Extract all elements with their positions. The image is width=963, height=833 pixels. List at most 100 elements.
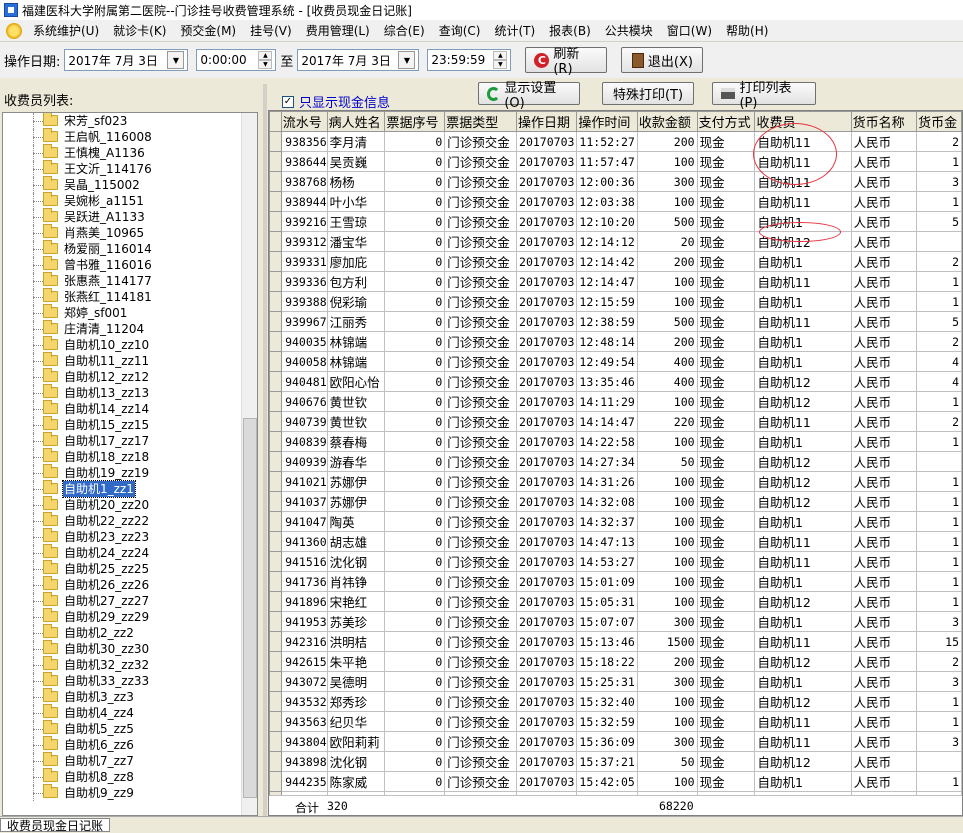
menu-stats[interactable]: 统计(T) xyxy=(487,22,542,39)
journal-grid[interactable]: 流水号 病人姓名 票据序号 票据类型 操作日期 操作时间 收款金额 支付方式 收… xyxy=(268,110,963,816)
col-patient-name[interactable]: 病人姓名 xyxy=(326,111,386,132)
print-list-button[interactable]: 打印列表(P) xyxy=(712,81,816,111)
tree-item[interactable]: 自助机9_zz9 xyxy=(3,784,241,801)
tree-item[interactable]: 自助机1_zz1 xyxy=(3,480,241,498)
tree-item[interactable]: 自助机6_zz6 xyxy=(3,736,241,753)
menu-fees[interactable]: 费用管理(L) xyxy=(299,22,377,39)
row-indicator[interactable] xyxy=(269,251,282,272)
row-indicator[interactable] xyxy=(269,731,282,752)
menu-reports[interactable]: 报表(B) xyxy=(542,22,598,39)
system-menu-icon[interactable] xyxy=(6,22,22,39)
tree-item[interactable]: 张燕红_114181 xyxy=(3,288,241,305)
tree-item[interactable]: 自助机4_zz4 xyxy=(3,704,241,721)
special-print-button[interactable]: 特殊打印(T) xyxy=(602,82,694,105)
row-indicator[interactable] xyxy=(269,431,282,452)
tree-item[interactable]: 杨爱丽_116014 xyxy=(3,240,241,257)
tree-item[interactable]: 庄清清_11204 xyxy=(3,320,241,337)
table-row[interactable]: 939216 王雪琼 0 门诊预交金 20170703 12:10:20 500 现金 自助机1… xyxy=(269,211,962,232)
tree-item[interactable]: 曾书雅_116016 xyxy=(3,256,241,273)
row-indicator[interactable] xyxy=(269,331,282,352)
menu-help[interactable]: 帮助(H) xyxy=(719,22,775,39)
menu-system[interactable]: 系统维护(U) xyxy=(26,22,106,39)
row-indicator[interactable] xyxy=(269,591,282,612)
table-row[interactable]: 941360 胡志雄 0 门诊预交金 20170703 14:47:13 100 现金 自助机1… xyxy=(269,531,962,552)
table-row[interactable]: 940481 欧阳心怡 0 门诊预交金 20170703 13:35:46 400 现金 自助机… xyxy=(269,371,962,392)
tree-item[interactable]: 自助机18_zz18 xyxy=(3,448,241,465)
row-indicator[interactable] xyxy=(269,671,282,692)
col-serial[interactable]: 流水号 xyxy=(280,111,328,132)
tree-item[interactable]: 自助机32_zz32 xyxy=(3,656,241,673)
tree-item[interactable]: 郑婷_sf001 xyxy=(3,304,241,321)
tree-item[interactable]: 自助机3_zz3 xyxy=(3,688,241,705)
tree-item[interactable]: 自助机25_zz25 xyxy=(3,560,241,577)
tree-item[interactable]: 自助机8_zz8 xyxy=(3,768,241,785)
tree-item[interactable]: 自助机29_zz29 xyxy=(3,608,241,625)
menu-card[interactable]: 就诊卡(K) xyxy=(106,22,173,39)
table-row[interactable]: 942316 洪明桔 0 门诊预交金 20170703 15:13:46 1500 现金 自助机… xyxy=(269,631,962,652)
table-row[interactable]: 940676 黄世钦 0 门诊预交金 20170703 14:11:29 100 现金 自助机1… xyxy=(269,391,962,412)
table-row[interactable]: 940839 蔡春梅 0 门诊预交金 20170703 14:22:58 100 现金 自助机1… xyxy=(269,431,962,452)
row-indicator[interactable] xyxy=(269,311,282,332)
tree-item[interactable]: 自助机30_zz30 xyxy=(3,640,241,657)
tree-scrollbar[interactable] xyxy=(241,113,257,815)
row-indicator[interactable] xyxy=(269,691,282,712)
tree-item[interactable]: 自助机26_zz26 xyxy=(3,576,241,593)
table-row[interactable]: 941736 肖祎铮 0 门诊预交金 20170703 15:01:09 100 现金 自助机1… xyxy=(269,571,962,592)
tree-item[interactable]: 自助机7_zz7 xyxy=(3,752,241,769)
tree-item[interactable]: 自助机22_zz22 xyxy=(3,512,241,529)
table-row[interactable]: 938356 李月清 0 门诊预交金 20170703 11:52:27 200 现金 自助机1… xyxy=(269,131,962,152)
spin-icon[interactable]: ▲ ▼ xyxy=(258,51,273,69)
tree-item[interactable]: 宋芳_sf023 xyxy=(3,113,241,129)
row-indicator[interactable] xyxy=(269,151,282,172)
start-time-field[interactable]: 0:00:00 ▲ ▼ xyxy=(196,49,277,71)
menu-general[interactable]: 综合(E) xyxy=(377,22,432,39)
col-receipt-type[interactable]: 票据类型 xyxy=(444,111,518,132)
row-indicator[interactable] xyxy=(269,771,282,792)
tree-item[interactable]: 自助机20_zz20 xyxy=(3,496,241,513)
cashier-tree[interactable]: 宋芳_sf023 王启帆_116008 王慎槐_A1136 王文沂_114176 吴晶_… xyxy=(2,112,258,816)
table-row[interactable]: 942615 朱平艳 0 门诊预交金 20170703 15:18:22 200 现金 自助机1… xyxy=(269,651,962,672)
row-indicator[interactable] xyxy=(269,171,282,192)
row-indicator[interactable] xyxy=(269,131,282,152)
table-row[interactable]: 943804 欧阳莉莉 0 门诊预交金 20170703 15:36:09 300 现金 自助机… xyxy=(269,731,962,752)
table-row[interactable]: 943898 沈化钢 0 门诊预交金 20170703 15:37:21 50 现金 自助机12… xyxy=(269,751,962,772)
menu-query[interactable]: 查询(C) xyxy=(432,22,488,39)
row-indicator[interactable] xyxy=(269,191,282,212)
tree-item[interactable]: 自助机13_zz13 xyxy=(3,384,241,401)
row-indicator[interactable] xyxy=(269,411,282,432)
tree-item[interactable]: 吴跃进_A1133 xyxy=(3,208,241,225)
tree-item[interactable]: 肖燕美_10965 xyxy=(3,224,241,241)
tree-item[interactable]: 自助机15_zz15 xyxy=(3,416,241,433)
checkbox-box[interactable]: ✓ xyxy=(282,95,294,108)
col-pay-method[interactable]: 支付方式 xyxy=(696,111,756,132)
col-currency[interactable]: 货币名称 xyxy=(850,111,918,132)
tree-item[interactable]: 自助机14_zz14 xyxy=(3,400,241,417)
table-row[interactable]: 940939 游春华 0 门诊预交金 20170703 14:27:34 50 现金 自助机12… xyxy=(269,451,962,472)
tree-item[interactable]: 吴晶_115002 xyxy=(3,176,241,193)
table-row[interactable]: 941896 宋艳红 0 门诊预交金 20170703 15:05:31 100 现金 自助机1… xyxy=(269,591,962,612)
table-row[interactable]: 941037 苏娜伊 0 门诊预交金 20170703 14:32:08 100 现金 自助机1… xyxy=(269,491,962,512)
table-row[interactable]: 941047 陶英 0 门诊预交金 20170703 14:32:37 100 现金 自助机1 人… xyxy=(269,511,962,532)
menu-register[interactable]: 挂号(V) xyxy=(243,22,299,39)
row-indicator[interactable] xyxy=(269,451,282,472)
row-indicator[interactable] xyxy=(269,271,282,292)
row-indicator[interactable] xyxy=(269,631,282,652)
tree-item[interactable]: 自助机2_zz2 xyxy=(3,624,241,641)
row-indicator[interactable] xyxy=(269,611,282,632)
start-date-picker[interactable]: 2017年 7月 3日 ▼ xyxy=(64,49,189,71)
menu-deposit[interactable]: 预交金(M) xyxy=(173,22,243,39)
table-row[interactable]: 940035 林锦端 0 门诊预交金 20170703 12:48:14 200 现金 自助机1… xyxy=(269,331,962,352)
tree-item[interactable]: 自助机5_zz5 xyxy=(3,720,241,737)
row-indicator[interactable] xyxy=(269,511,282,532)
tree-item[interactable]: 自助机10_zz10 xyxy=(3,336,241,353)
row-indicator[interactable] xyxy=(269,391,282,412)
tree-item[interactable]: 自助机27_zz27 xyxy=(3,592,241,609)
menu-public[interactable]: 公共模块 xyxy=(598,22,660,39)
refresh-button[interactable]: C 刷新(R) xyxy=(525,47,608,77)
table-row[interactable]: 941516 沈化钢 0 门诊预交金 20170703 14:53:27 100 现金 自助机1… xyxy=(269,551,962,572)
exit-button[interactable]: 退出(X) xyxy=(621,47,704,73)
row-indicator[interactable] xyxy=(269,751,282,772)
table-row[interactable]: 943563 纪贝华 0 门诊预交金 20170703 15:32:59 100 现金 自助机1… xyxy=(269,711,962,732)
table-row[interactable]: 943072 吴德明 0 门诊预交金 20170703 15:25:31 300 现金 自助机1… xyxy=(269,671,962,692)
col-amount[interactable]: 收款金额 xyxy=(636,111,698,132)
